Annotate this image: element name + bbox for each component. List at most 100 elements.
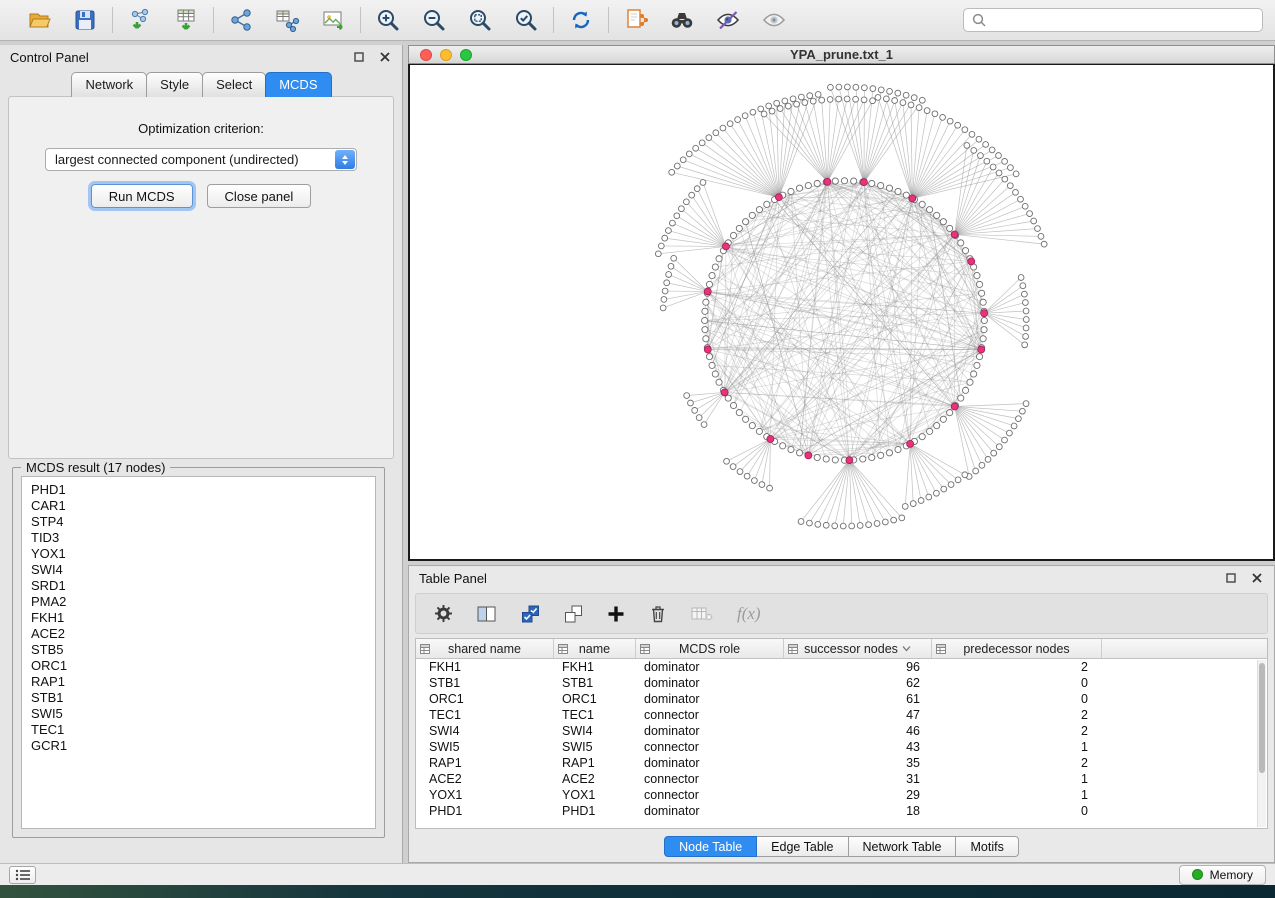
cell-predecessor-nodes[interactable]: 1: [932, 771, 1102, 787]
list-item[interactable]: CAR1: [31, 498, 375, 514]
cell-mcds-role[interactable]: connector: [636, 739, 784, 755]
cell-predecessor-nodes[interactable]: 0: [932, 803, 1102, 819]
optimization-criterion-select[interactable]: largest connected component (undirected): [45, 148, 357, 171]
table-row[interactable]: FKH1FKH1dominator962: [416, 659, 1267, 675]
cell-successor-nodes[interactable]: 18: [784, 803, 932, 819]
cell-name[interactable]: SWI5: [554, 739, 636, 755]
table-row[interactable]: STB1STB1dominator620: [416, 675, 1267, 691]
close-panel-x-button[interactable]: [378, 50, 392, 64]
scrollbar-thumb[interactable]: [1259, 663, 1265, 773]
tab-select[interactable]: Select: [202, 72, 266, 97]
cell-successor-nodes[interactable]: 29: [784, 787, 932, 803]
table-row[interactable]: YOX1YOX1connector291: [416, 787, 1267, 803]
share-document-button[interactable]: [621, 5, 651, 35]
cell-shared-name[interactable]: PHD1: [416, 803, 554, 819]
column-header-shared-name[interactable]: shared name: [416, 639, 554, 658]
zoom-selected-button[interactable]: [511, 5, 541, 35]
refresh-button[interactable]: [566, 5, 596, 35]
cell-mcds-role[interactable]: dominator: [636, 755, 784, 771]
unselect-all-button[interactable]: [564, 605, 583, 623]
cell-predecessor-nodes[interactable]: 1: [932, 739, 1102, 755]
cell-name[interactable]: YOX1: [554, 787, 636, 803]
delete-column-button[interactable]: [649, 604, 667, 623]
cell-mcds-role[interactable]: dominator: [636, 803, 784, 819]
cell-successor-nodes[interactable]: 46: [784, 723, 932, 739]
network-from-table-button[interactable]: [272, 5, 302, 35]
export-image-button[interactable]: [318, 5, 348, 35]
cell-predecessor-nodes[interactable]: 0: [932, 691, 1102, 707]
cell-shared-name[interactable]: ORC1: [416, 691, 554, 707]
list-item[interactable]: PMA2: [31, 594, 375, 610]
column-header-predecessor-nodes[interactable]: predecessor nodes: [932, 639, 1102, 658]
list-item[interactable]: STP4: [31, 514, 375, 530]
cell-mcds-role[interactable]: dominator: [636, 691, 784, 707]
cell-shared-name[interactable]: ACE2: [416, 771, 554, 787]
import-network-button[interactable]: [125, 5, 155, 35]
network-graph-svg[interactable]: [410, 65, 1273, 559]
float-table-panel-button[interactable]: [1224, 571, 1238, 585]
cell-shared-name[interactable]: SWI4: [416, 723, 554, 739]
table-row[interactable]: SWI5SWI5connector431: [416, 739, 1267, 755]
delete-table-button[interactable]: [691, 606, 713, 622]
cell-successor-nodes[interactable]: 35: [784, 755, 932, 771]
cell-predecessor-nodes[interactable]: 2: [932, 755, 1102, 771]
cell-predecessor-nodes[interactable]: 2: [932, 723, 1102, 739]
tab-edge-table[interactable]: Edge Table: [757, 836, 848, 857]
cell-mcds-role[interactable]: dominator: [636, 659, 784, 675]
cell-mcds-role[interactable]: dominator: [636, 723, 784, 739]
tab-node-table[interactable]: Node Table: [664, 836, 757, 857]
list-item[interactable]: RAP1: [31, 674, 375, 690]
list-item[interactable]: ORC1: [31, 658, 375, 674]
tab-network-table[interactable]: Network Table: [849, 836, 957, 857]
cell-successor-nodes[interactable]: 47: [784, 707, 932, 723]
minimize-window-button[interactable]: [440, 49, 452, 61]
select-all-button[interactable]: [521, 605, 540, 623]
cell-mcds-role[interactable]: dominator: [636, 675, 784, 691]
cell-mcds-role[interactable]: connector: [636, 707, 784, 723]
list-item[interactable]: FKH1: [31, 610, 375, 626]
list-item[interactable]: ACE2: [31, 626, 375, 642]
zoom-out-button[interactable]: [419, 5, 449, 35]
cell-mcds-role[interactable]: connector: [636, 787, 784, 803]
close-table-panel-button[interactable]: [1250, 571, 1264, 585]
cell-predecessor-nodes[interactable]: 0: [932, 675, 1102, 691]
column-header-name[interactable]: name: [554, 639, 636, 658]
table-row[interactable]: TEC1TEC1connector472: [416, 707, 1267, 723]
table-row[interactable]: PHD1PHD1dominator180: [416, 803, 1267, 819]
show-hide-button[interactable]: [759, 5, 789, 35]
cell-name[interactable]: SWI4: [554, 723, 636, 739]
table-settings-button[interactable]: [434, 604, 453, 623]
memory-button[interactable]: Memory: [1179, 865, 1266, 885]
table-row[interactable]: RAP1RAP1dominator352: [416, 755, 1267, 771]
cell-successor-nodes[interactable]: 43: [784, 739, 932, 755]
list-item[interactable]: STB1: [31, 690, 375, 706]
save-session-button[interactable]: [70, 5, 100, 35]
list-item[interactable]: SWI4: [31, 562, 375, 578]
table-row[interactable]: SWI4SWI4dominator462: [416, 723, 1267, 739]
show-columns-button[interactable]: [477, 605, 497, 623]
tab-mcds[interactable]: MCDS: [265, 72, 331, 97]
cell-successor-nodes[interactable]: 31: [784, 771, 932, 787]
list-item[interactable]: GCR1: [31, 738, 375, 754]
mcds-result-list[interactable]: PHD1CAR1STP4TID3YOX1SWI4SRD1PMA2FKH1ACE2…: [21, 476, 376, 829]
tab-network[interactable]: Network: [71, 72, 147, 97]
cell-name[interactable]: STB1: [554, 675, 636, 691]
cell-name[interactable]: FKH1: [554, 659, 636, 675]
cell-mcds-role[interactable]: connector: [636, 771, 784, 787]
import-table-button[interactable]: [171, 5, 201, 35]
table-row[interactable]: ACE2ACE2connector311: [416, 771, 1267, 787]
cell-name[interactable]: ACE2: [554, 771, 636, 787]
cell-shared-name[interactable]: YOX1: [416, 787, 554, 803]
cell-successor-nodes[interactable]: 61: [784, 691, 932, 707]
cell-shared-name[interactable]: FKH1: [416, 659, 554, 675]
cell-shared-name[interactable]: STB1: [416, 675, 554, 691]
table-scrollbar[interactable]: [1257, 660, 1266, 827]
search-input[interactable]: [992, 13, 1254, 28]
zoom-in-button[interactable]: [373, 5, 403, 35]
table-row[interactable]: ORC1ORC1dominator610: [416, 691, 1267, 707]
open-file-button[interactable]: [24, 5, 54, 35]
cell-shared-name[interactable]: TEC1: [416, 707, 554, 723]
tab-motifs[interactable]: Motifs: [956, 836, 1018, 857]
log-console-button[interactable]: [9, 866, 36, 884]
column-header-mcds-role[interactable]: MCDS role: [636, 639, 784, 658]
